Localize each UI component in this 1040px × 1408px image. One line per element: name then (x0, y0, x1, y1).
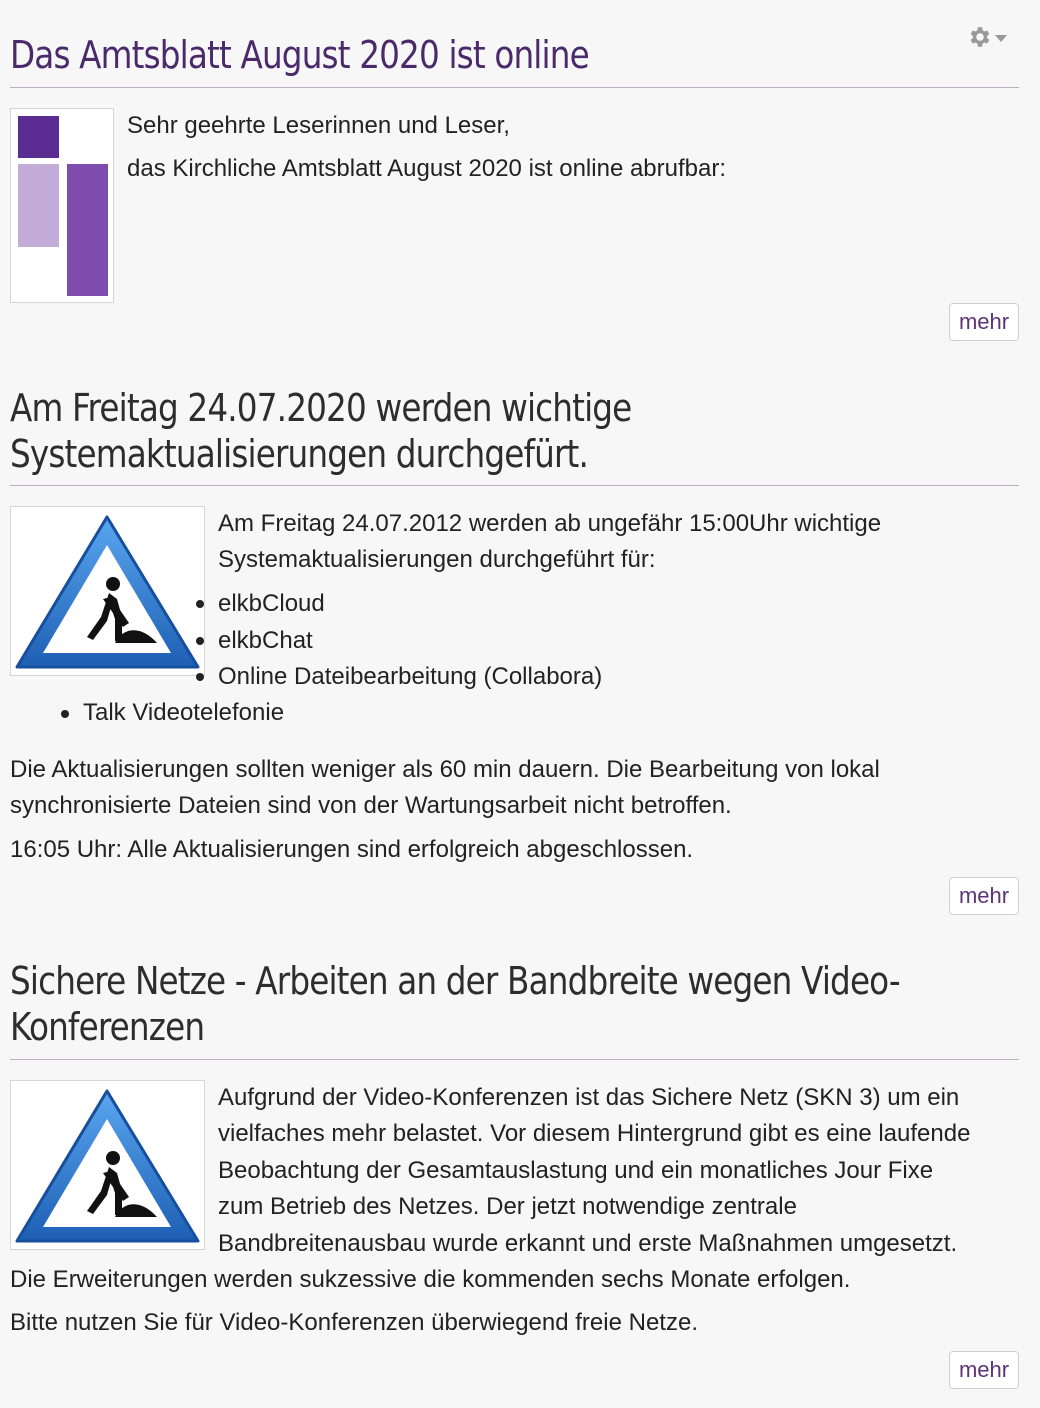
closing-text: Bitte nutzen Sie für Video-Konferenzen ü… (10, 1309, 698, 1337)
article-title[interactable]: Sichere Netze - Arbeiten an der Bandbrei… (10, 958, 901, 1050)
article-body-wrapped: Aufgrund der Video-Konferenzen ist das S… (218, 1080, 1018, 1262)
body-line: Beobachtung der Gesamtauslastung und ein… (218, 1156, 934, 1184)
more-button[interactable]: mehr (949, 1351, 1019, 1389)
title-line-2: Konferenzen (10, 1005, 205, 1049)
article-body-full: Die Erweiterungen werden sukzessive die … (10, 1262, 1010, 1342)
body-line: Aufgrund der Video-Konferenzen ist das S… (218, 1084, 960, 1111)
news-item-sichere-netze: Sichere Netze - Arbeiten an der Bandbrei… (10, 0, 1019, 1400)
body-line: Die Erweiterungen werden sukzessive die … (10, 1266, 851, 1293)
title-line-1: Sichere Netze - Arbeiten an der Bandbrei… (10, 959, 901, 1003)
body-line: zum Betrieb des Netzes. Der jetzt notwen… (218, 1193, 797, 1221)
title-divider (10, 1059, 1019, 1060)
body-line: Bandbreitenausbau wurde erkannt und erst… (218, 1229, 958, 1257)
construction-sign-thumbnail[interactable] (10, 1080, 205, 1250)
body-line: vielfaches mehr belastet. Vor diesem Hin… (218, 1120, 971, 1148)
construction-sign-icon (15, 1089, 200, 1243)
